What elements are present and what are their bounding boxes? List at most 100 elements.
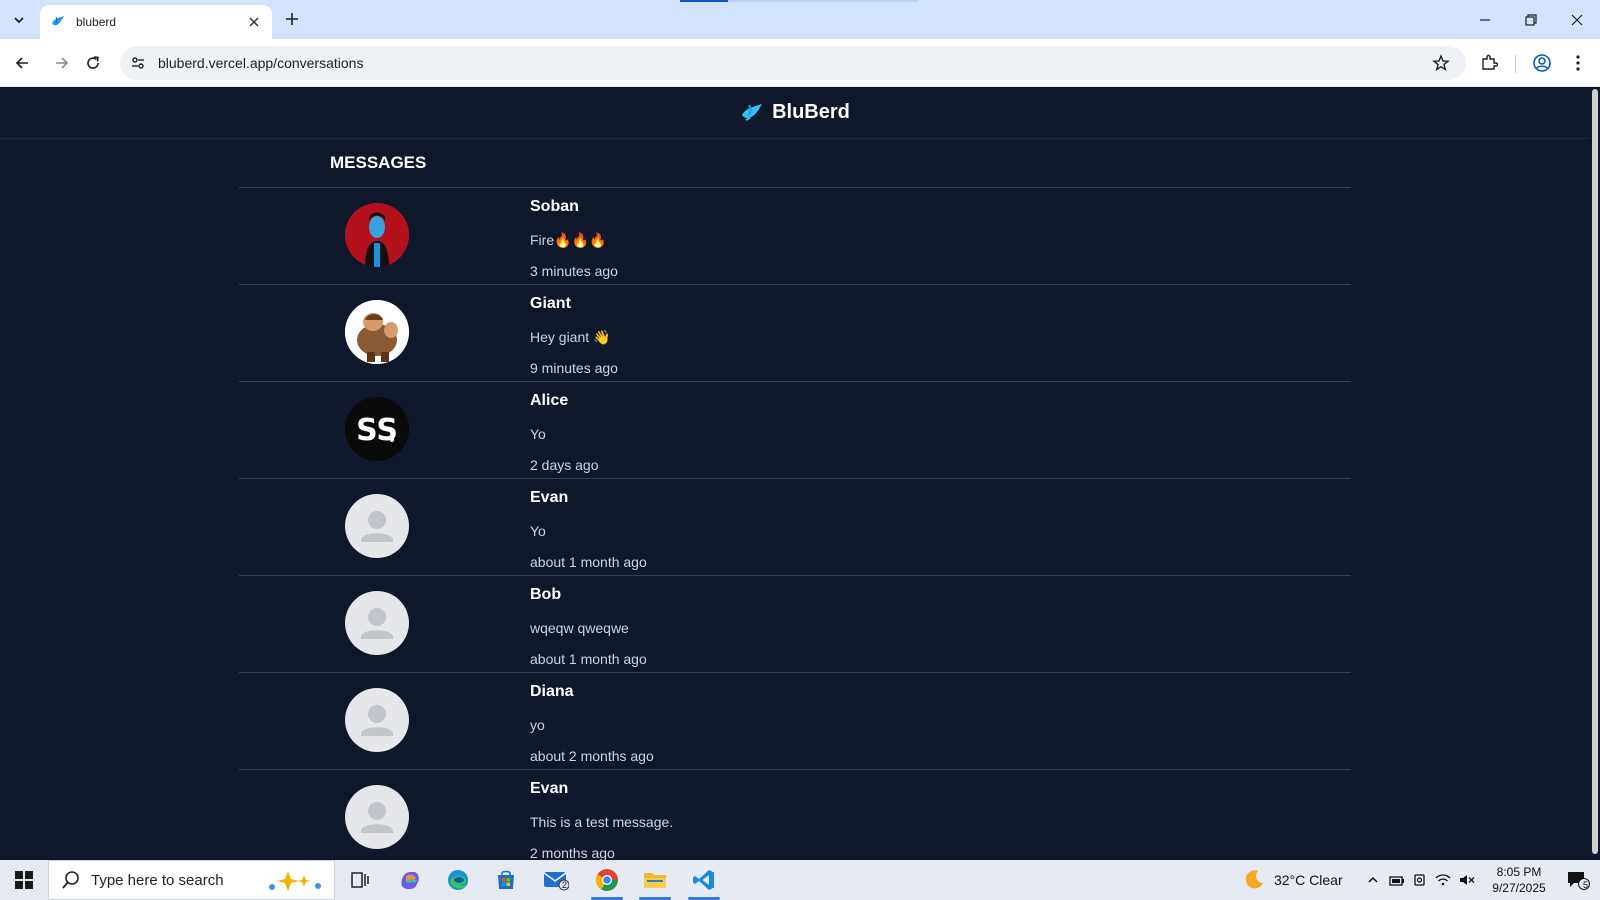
moon-icon [1245,870,1263,889]
page-scrollbar[interactable] [1590,87,1600,860]
plus-icon [286,13,298,25]
conversation-name: Alice [530,392,569,409]
restore-button[interactable] [1519,8,1543,32]
forward-button[interactable] [50,51,74,75]
svg-text:SS: SS [356,413,398,448]
address-bar[interactable]: bluberd.vercel.app/conversations [120,46,1466,80]
chrome-icon [596,869,618,891]
weather-text: 32°C Clear [1274,872,1343,888]
volume-muted-icon[interactable] [1459,873,1475,887]
chevron-down-icon [14,17,24,24]
conversation-name: Giant [530,295,571,312]
clock[interactable]: 8:05 PM 9/27/2025 [1484,864,1554,896]
taskbar: Type here to search 2 32°C Clear 8:05 PM… [0,860,1600,900]
tab-title: bluberd [76,15,117,29]
notification-count: 5 [1582,880,1588,890]
reload-icon [87,56,99,69]
kebab-menu-icon [1576,55,1580,71]
notifications-button[interactable]: 5 [1560,866,1596,894]
default-avatar-icon [345,688,409,752]
toolbar-divider [1515,55,1516,73]
mail-app[interactable]: 2 [532,860,580,900]
tab-search-button[interactable] [7,8,31,32]
search-icon [61,870,81,890]
site-info-icon[interactable] [126,51,150,75]
meet-now-icon[interactable] [1413,873,1427,887]
arrow-right-icon [56,57,69,69]
page-title: MESSAGES [330,153,427,172]
conversation-row[interactable]: Giant Hey giant 👋 9 minutes ago [239,285,1351,382]
conversation-name: Soban [530,198,579,215]
vscode-icon [693,870,714,890]
conversation-timestamp: 3 minutes ago [530,263,618,279]
conversation-name: Bob [530,586,562,603]
profile-icon [1533,54,1551,72]
folder-icon [644,873,666,888]
chrome-app[interactable] [583,860,631,900]
file-explorer-app[interactable] [631,860,679,900]
extensions-button[interactable] [1477,51,1501,75]
conversation-row[interactable]: Soban Fire🔥🔥🔥 3 minutes ago [239,188,1351,285]
start-button[interactable] [0,860,48,900]
task-view-button[interactable] [336,860,384,900]
weather-widget[interactable]: 32°C Clear [1242,860,1343,900]
puzzle-icon [1482,54,1498,70]
browser-toolbar: bluberd.vercel.app/conversations [0,39,1600,87]
menu-button[interactable] [1566,51,1590,75]
copilot-sparkle-icon [269,871,321,891]
arrow-left-icon [15,57,28,69]
conversation-timestamp: 2 months ago [530,845,615,860]
conversation-name: Evan [530,780,569,797]
taskbar-search[interactable]: Type here to search [48,860,335,900]
scrollbar-thumb[interactable] [1592,89,1598,854]
conversation-last-message: yo [530,717,545,733]
conversation-last-message: Hey giant 👋 [530,329,611,345]
tab-strip: bluberd [0,0,1600,39]
default-avatar-icon [345,494,409,558]
conversation-row[interactable]: Bob wqeqw qweqwe about 1 month ago [239,576,1351,673]
red-figure-avatar [345,203,409,267]
close-window-button[interactable] [1565,8,1589,32]
url-text[interactable]: bluberd.vercel.app/conversations [158,55,363,71]
network-icon[interactable] [1435,873,1451,887]
chevron-up-icon[interactable] [1367,874,1379,886]
tab-strip-accent [680,0,728,2]
browser-tab[interactable]: bluberd [40,5,272,39]
edge-app[interactable] [434,860,482,900]
conversation-timestamp: about 1 month ago [530,651,647,667]
task-view-icon [351,872,369,888]
store-app[interactable] [482,860,530,900]
conversation-timestamp: about 1 month ago [530,554,647,570]
back-button[interactable] [10,51,34,75]
conversation-last-message: This is a test message. [530,814,674,830]
page-content: BluBerd MESSAGES Soban Fire🔥🔥🔥 3 minutes… [0,87,1590,860]
conversation-row[interactable]: Diana yo about 2 months ago [239,673,1351,770]
profile-button[interactable] [1530,51,1554,75]
tab-close-icon[interactable] [246,14,262,30]
vscode-app[interactable] [680,860,728,900]
conversation-row[interactable]: SS Alice Yo 2 days ago [239,382,1351,479]
app-header: BluBerd [0,87,1590,139]
reload-button[interactable] [81,51,105,75]
restore-icon [1525,14,1537,26]
conversation-list: Soban Fire🔥🔥🔥 3 minutes ago Giant Hey gi… [239,187,1351,860]
ss-logo-avatar: SS [345,397,409,461]
mail-badge: 2 [562,880,568,890]
conversation-last-message: Yo [530,426,546,442]
conversation-row[interactable]: Evan This is a test message. 2 months ag… [239,770,1351,860]
copilot-app[interactable] [386,860,434,900]
bookmark-star-icon[interactable] [1430,52,1452,74]
conversation-row[interactable]: Evan Yo about 1 month ago [239,479,1351,576]
conversation-last-message: wqeqw qweqwe [530,620,629,636]
conversation-timestamp: about 2 months ago [530,748,654,764]
close-icon [1571,14,1583,26]
conversation-last-message: Yo [530,523,546,539]
brand-link[interactable]: BluBerd [740,101,850,125]
minimize-button[interactable] [1473,8,1497,32]
new-tab-button[interactable] [282,9,302,29]
conversation-timestamp: 2 days ago [530,457,599,473]
battery-icon[interactable] [1389,873,1405,887]
copilot-icon [401,872,419,889]
clock-time: 8:05 PM [1496,865,1542,879]
conversation-last-message: Fire🔥🔥🔥 [530,232,607,248]
